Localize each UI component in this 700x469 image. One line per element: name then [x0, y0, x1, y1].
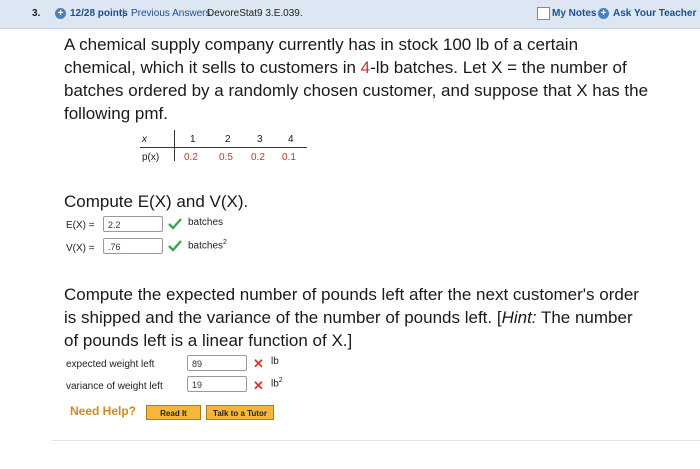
p-value: 0.1 [282, 152, 296, 163]
table-vertical-rule [174, 130, 175, 161]
ex-label: E(X) = [66, 220, 95, 231]
ex-input[interactable]: 2.2 [103, 216, 163, 232]
p-value: 0.2 [184, 152, 198, 163]
my-notes-link[interactable]: My Notes [552, 8, 596, 19]
correct-check-icon [168, 218, 182, 230]
p-value: 0.2 [251, 152, 265, 163]
ask-teacher-link[interactable]: Ask Your Teacher [613, 8, 696, 19]
x-value: 1 [190, 134, 196, 145]
x-value: 4 [288, 134, 294, 145]
question-header: 3. + 12/28 points | Previous Answers Dev… [0, 0, 700, 29]
header-separator: | [122, 8, 125, 19]
previous-answers-link[interactable]: Previous Answers [131, 8, 210, 19]
batch-size-value: 4 [360, 58, 371, 77]
px-header: p(x) [142, 152, 160, 163]
talk-to-tutor-button[interactable]: Talk to a Tutor [206, 405, 274, 420]
incorrect-x-icon: ✕ [253, 378, 264, 393]
table-horizontal-rule [140, 147, 307, 148]
expected-weight-unit: lb [271, 356, 279, 367]
expected-weight-label: expected weight left [66, 359, 155, 370]
ex-unit: batches [188, 217, 224, 228]
pmf-table: x p(x) 1 2 3 4 0.2 0.5 0.2 0.1 [140, 130, 307, 166]
expected-weight-input[interactable]: 89 [187, 355, 247, 371]
incorrect-x-icon: ✕ [253, 356, 264, 371]
variance-weight-unit: lb2 [271, 377, 283, 390]
part2-line-1: Compute the expected number of pounds le… [64, 285, 639, 304]
need-help-label: Need Help? [70, 404, 137, 418]
problem-code: DevoreStat9 3.E.039. [207, 8, 303, 19]
variance-weight-input[interactable]: 19 [187, 376, 247, 392]
variance-weight-label: variance of weight left [66, 381, 163, 392]
question-number: 3. [32, 8, 41, 19]
p-value: 0.5 [219, 152, 233, 163]
x-value: 2 [225, 134, 231, 145]
problem-line-2: chemical, which it sells to customers in… [64, 58, 627, 77]
read-it-button[interactable]: Read It [146, 405, 201, 420]
x-value: 3 [257, 134, 263, 145]
part2-line-3: of pounds left is a linear function of X… [64, 331, 353, 350]
vx-input[interactable]: .76 [103, 238, 163, 254]
correct-check-icon [168, 240, 182, 252]
vx-label: V(X) = [66, 243, 95, 254]
bottom-divider [52, 440, 700, 441]
part1-prompt: Compute E(X) and V(X). [64, 192, 249, 211]
part2-line-2: is shipped and the variance of the numbe… [64, 308, 633, 327]
ask-teacher-plus-icon[interactable]: + [598, 8, 609, 19]
problem-line-3: batches ordered by a randomly chosen cus… [64, 81, 649, 100]
problem-line-4: following pmf. [64, 104, 168, 123]
points-score: 12/28 points [70, 8, 128, 19]
vx-unit: batches2 [188, 239, 227, 252]
my-notes-checkbox[interactable] [537, 7, 550, 20]
problem-line-1: A chemical supply company currently has … [64, 35, 579, 54]
expand-plus-icon[interactable]: + [55, 8, 66, 19]
x-header: x [142, 134, 147, 145]
